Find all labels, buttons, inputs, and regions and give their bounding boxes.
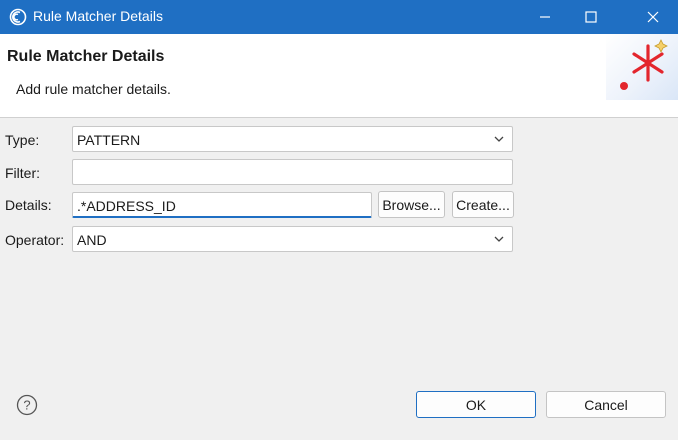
svg-text:?: ? [23,398,30,413]
maximize-icon [585,11,597,23]
wizard-star-graphic [606,34,678,100]
details-label: Details: [5,197,52,213]
close-icon [647,11,659,23]
close-button[interactable] [630,0,676,34]
eclipse-app-icon [9,8,27,26]
type-value: PATTERN [77,132,141,148]
type-select[interactable]: PATTERN [72,126,513,152]
help-button[interactable]: ? [16,394,38,416]
operator-select[interactable]: AND [72,226,513,252]
cancel-button[interactable]: Cancel [546,391,666,418]
operator-value: AND [77,232,107,248]
ok-button-label: OK [465,396,487,413]
filter-label: Filter: [5,165,40,181]
help-icon: ? [16,394,38,416]
page-description: Add rule matcher details. [16,81,171,97]
wizard-header: Rule Matcher Details Add rule matcher de… [0,34,678,118]
page-title: Rule Matcher Details [7,48,165,65]
maximize-button[interactable] [568,0,614,34]
ok-button[interactable]: OK [416,391,536,418]
browse-button-label: Browse... [382,196,441,213]
details-input[interactable]: .*ADDRESS_ID [72,192,372,218]
filter-input[interactable] [72,159,513,185]
window-titlebar: Rule Matcher Details [0,0,678,34]
chevron-down-icon [494,136,504,142]
cancel-button-label: Cancel [584,396,628,413]
create-button-label: Create... [456,196,510,213]
window-title: Rule Matcher Details [33,8,163,24]
create-button[interactable]: Create... [452,191,514,218]
browse-button[interactable]: Browse... [378,191,445,218]
operator-label: Operator: [5,232,65,248]
type-label: Type: [5,132,40,148]
minimize-icon [540,16,550,18]
chevron-down-icon [494,236,504,242]
minimize-button[interactable] [522,0,568,34]
details-value: .*ADDRESS_ID [77,198,176,214]
